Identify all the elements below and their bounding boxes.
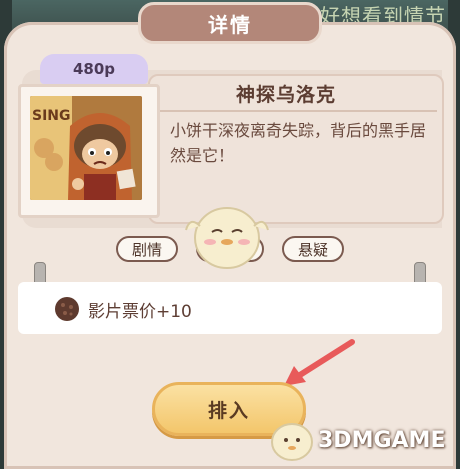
poster-sign-text: SING xyxy=(32,108,71,124)
price-label: 480p xyxy=(72,60,116,78)
title-divider xyxy=(155,110,437,112)
movie-poster[interactable]: SING xyxy=(30,96,142,200)
cookie-icon xyxy=(55,297,79,321)
mascot-character xyxy=(185,207,269,269)
watermark-text: 3DMGAME xyxy=(318,428,446,453)
dialog-title: 详情 xyxy=(208,12,252,37)
genre-tag-drama: 剧情 xyxy=(116,236,178,262)
poster-illustration: SING xyxy=(30,96,142,200)
dialog-title-tab: 详情 xyxy=(138,2,322,44)
movie-title: 神探乌洛克 xyxy=(236,84,337,106)
reward-box xyxy=(18,282,442,334)
genre-tag-mystery: 悬疑 xyxy=(282,236,344,262)
reward-text: 影片票价+10 xyxy=(88,302,192,322)
movie-description: 小饼干深夜离奇失踪，背后的黑手居然是它！ xyxy=(170,121,427,165)
price-badge: 480p xyxy=(40,54,148,84)
